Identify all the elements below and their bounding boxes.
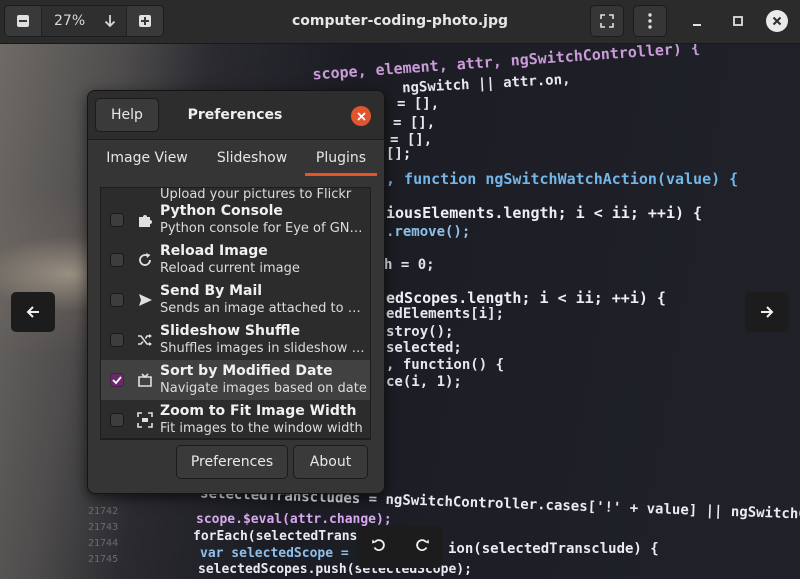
- plugin-checkbox[interactable]: [110, 333, 124, 347]
- code-line: [];: [386, 146, 412, 162]
- plugin-checkbox[interactable]: [110, 293, 124, 307]
- fullscreen-icon: [600, 14, 614, 28]
- fullscreen-button[interactable]: [590, 5, 624, 37]
- plugin-description: Fit images to the window width: [160, 421, 363, 436]
- plugin-row-zoom-to-fit-width[interactable]: Zoom to Fit Image Width Fit images to th…: [101, 400, 370, 438]
- plugin-preferences-button[interactable]: Preferences: [176, 445, 288, 479]
- dialog-close-button[interactable]: [351, 106, 371, 126]
- plugin-name: Reload Image: [160, 243, 268, 259]
- maximize-icon: [733, 16, 743, 26]
- code-line: ion(selectedTransclude) {: [448, 541, 659, 557]
- plus-icon: [139, 15, 151, 27]
- plugin-row-reload-image[interactable]: Reload Image Reload current image: [101, 240, 370, 280]
- zoom-in-button[interactable]: [127, 6, 163, 36]
- plugin-checkbox[interactable]: [110, 413, 124, 427]
- preferences-dialog: Help Preferences Image View Slideshow Pl…: [87, 90, 385, 494]
- line-number: 21743: [88, 522, 119, 533]
- plugin-description: Sends an image attached to a new mail: [160, 301, 368, 316]
- rotate-left-button[interactable]: [371, 537, 387, 557]
- code-line: = [],: [397, 96, 440, 112]
- plugin-row-python-console[interactable]: Python Console Python console for Eye of…: [101, 200, 370, 240]
- plugin-checkbox-checked[interactable]: [110, 373, 124, 387]
- shuffle-icon: [138, 334, 152, 346]
- check-icon: [112, 376, 122, 385]
- dialog-header: Help Preferences: [88, 91, 384, 140]
- code-line: scope.$eval(attr.change);: [196, 512, 392, 527]
- minimize-button[interactable]: [686, 10, 708, 32]
- code-line: selected;: [386, 340, 462, 356]
- plugin-actions: Preferences About: [100, 439, 371, 485]
- tab-plugins[interactable]: Plugins: [305, 139, 377, 177]
- plugin-about-button[interactable]: About: [293, 445, 368, 479]
- rotate-right-icon: [415, 539, 429, 552]
- plugin-description: Shuffles images in slideshow mode: [160, 341, 368, 356]
- plugin-list[interactable]: Upload your pictures to Flickr Python Co…: [100, 187, 371, 439]
- window-title: computer-coding-photo.jpg: [291, 13, 508, 29]
- code-line: h = 0;: [384, 257, 435, 273]
- close-icon: [772, 16, 782, 26]
- dialog-title: Preferences: [187, 107, 283, 123]
- close-icon: [356, 111, 366, 121]
- help-button[interactable]: Help: [95, 98, 159, 132]
- minus-icon: [17, 15, 29, 27]
- zoom-control: 27%: [4, 5, 164, 37]
- code-line: , function() {: [386, 357, 505, 373]
- code-line: forEach(selectedTranscl: [193, 529, 374, 544]
- sort-date-icon: [138, 373, 152, 387]
- code-line: edScopes.length; i < ii; ++i) {: [386, 289, 666, 307]
- main-menu-button[interactable]: [633, 5, 667, 37]
- maximize-button[interactable]: [727, 10, 749, 32]
- plugin-name: Slideshow Shuffle: [160, 323, 301, 339]
- plugin-name: Python Console: [160, 203, 283, 219]
- plugin-row-send-by-mail[interactable]: Send By Mail Sends an image attached to …: [101, 280, 370, 320]
- previous-image-button[interactable]: [11, 292, 55, 332]
- line-number: 21744: [88, 538, 119, 549]
- close-window-button[interactable]: [766, 10, 788, 32]
- puzzle-piece-icon: [139, 215, 152, 227]
- line-number: 21742: [88, 506, 119, 517]
- header-bar: 27% computer-coding-photo.jpg: [0, 0, 800, 44]
- rotate-right-button[interactable]: [414, 537, 430, 557]
- next-image-button[interactable]: [745, 292, 789, 332]
- code-line: , function ngSwitchWatchAction(value) {: [386, 170, 739, 188]
- plugin-description: Reload current image: [160, 261, 300, 276]
- plugin-name: Sort by Modified Date: [160, 363, 333, 379]
- arrow-right-icon: [761, 306, 774, 318]
- plugin-checkbox[interactable]: [110, 253, 124, 267]
- line-number: 21745: [88, 554, 119, 565]
- code-line: edElements[i];: [386, 306, 505, 322]
- code-line: iousElements.length; i < ii; ++i) {: [386, 204, 703, 222]
- plugin-row-sort-by-modified-date[interactable]: Sort by Modified Date Navigate images ba…: [101, 360, 370, 400]
- zoom-level-value: 27%: [54, 13, 86, 29]
- arrow-left-icon: [26, 306, 39, 318]
- code-line: var selectedScope = sc: [200, 546, 373, 561]
- arrow-down-icon: [104, 15, 116, 28]
- zoom-fit-icon: [137, 412, 153, 428]
- code-line: ce(i, 1);: [386, 374, 462, 390]
- minimize-icon: [693, 24, 701, 26]
- code-line: = [],: [393, 115, 436, 131]
- preferences-tabs: Image View Slideshow Plugins: [88, 139, 384, 177]
- tab-slideshow[interactable]: Slideshow: [206, 139, 298, 177]
- send-icon: [139, 294, 152, 306]
- rotate-left-icon: [371, 539, 385, 552]
- code-line: stroy();: [386, 324, 454, 340]
- plugin-row-slideshow-shuffle[interactable]: Slideshow Shuffle Shuffles images in sli…: [101, 320, 370, 360]
- plugin-name: Send By Mail: [160, 283, 263, 299]
- plugin-name: Zoom to Fit Image Width: [160, 403, 357, 419]
- reload-icon: [139, 253, 151, 266]
- zoom-out-button[interactable]: [5, 6, 41, 36]
- zoom-level-combo[interactable]: 27%: [41, 6, 127, 36]
- plugin-description: Python console for Eye of GNOME: [160, 221, 368, 236]
- kebab-menu-icon: [648, 13, 652, 29]
- tab-image-view[interactable]: Image View: [96, 139, 198, 177]
- code-line: .remove();: [386, 224, 471, 240]
- plugin-checkbox[interactable]: [110, 213, 124, 227]
- rotate-toolbar: [357, 526, 443, 568]
- plugin-description: Navigate images based on date: [160, 381, 367, 396]
